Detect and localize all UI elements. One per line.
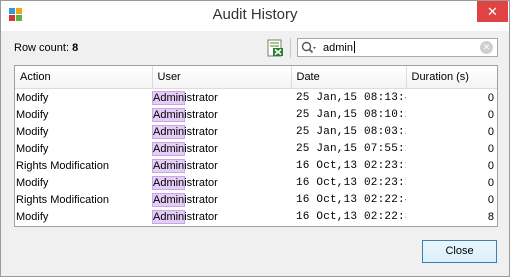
cell-action: Modify (16, 210, 49, 223)
cell-action: Modify (16, 91, 49, 104)
cell-duration: 8 (487, 210, 494, 223)
cell-action: Rights Modification (16, 159, 109, 172)
cell-duration: 0 (487, 176, 494, 189)
cell-user-rest: istrator (184, 210, 218, 223)
cell-user: Administrator (152, 208, 291, 225)
cell-user-rest: istrator (184, 125, 218, 138)
cell-user: Administrator (152, 191, 291, 208)
search-match-highlight: Admin (152, 90, 186, 105)
search-input[interactable]: admin ✕ (297, 38, 498, 57)
title-bar: Audit History ✕ (1, 1, 509, 31)
cell-date: 16 Oct,13 02:22:33 (296, 210, 406, 223)
column-header-date[interactable]: Date (291, 66, 407, 89)
close-button[interactable]: Close (422, 240, 497, 263)
table-row[interactable]: Modify Administrator 25 Jan,15 08:13:48 0 (15, 89, 497, 107)
cell-user-rest: istrator (184, 159, 218, 172)
search-match-highlight: Admin (152, 192, 186, 207)
search-value[interactable]: admin (323, 41, 355, 54)
cell-date: 16 Oct,13 02:23:14 (296, 176, 406, 189)
cell-duration: 0 (487, 193, 494, 206)
cell-date: 25 Jan,15 08:13:48 (296, 91, 406, 104)
table-row[interactable]: Modify Administrator 16 Oct,13 02:23:14 0 (15, 174, 497, 191)
column-header-action[interactable]: Action (15, 66, 153, 89)
clear-icon[interactable]: ✕ (480, 41, 493, 54)
search-match-highlight: Admin (152, 175, 186, 190)
cell-user-rest: istrator (184, 176, 218, 189)
search-icon[interactable] (301, 41, 317, 55)
cell-date: 25 Jan,15 07:55:11 (296, 142, 406, 155)
column-header-duration[interactable]: Duration (s) (406, 66, 497, 89)
cell-date: 25 Jan,15 08:10:23 (296, 108, 406, 121)
column-header-user[interactable]: User (152, 66, 292, 89)
search-match-highlight: Admin (152, 124, 186, 139)
cell-user-rest: istrator (184, 193, 218, 206)
excel-export-icon[interactable] (266, 39, 284, 57)
window-title: Audit History (212, 6, 298, 23)
row-count-label: Row count: (14, 42, 70, 54)
search-match-highlight: Admin (152, 107, 186, 122)
table-row[interactable]: Rights Modification Administrator 16 Oct,1… (15, 157, 497, 174)
cell-user: Administrator (152, 123, 291, 140)
cell-user-rest: istrator (184, 91, 218, 104)
table-row[interactable]: Modify Administrator 25 Jan,15 07:55:11 0 (15, 140, 497, 157)
cell-duration: 0 (487, 159, 494, 172)
cell-date: 25 Jan,15 08:03:25 (296, 125, 406, 138)
cell-user: Administrator (152, 89, 291, 107)
cell-user: Administrator (152, 140, 291, 157)
cell-user: Administrator (152, 157, 291, 174)
cell-user: Administrator (152, 106, 291, 123)
cell-action: Modify (16, 176, 49, 189)
cell-user: Administrator (152, 174, 291, 191)
search-match-highlight: Admin (152, 141, 186, 156)
cell-action: Modify (16, 142, 49, 155)
row-count-value: 8 (72, 42, 79, 54)
table-row[interactable]: Modify Administrator 25 Jan,15 08:03:25 0 (15, 123, 497, 140)
audit-history-dialog: Audit History ✕ Row count: 8 admin ✕ Act… (0, 0, 510, 277)
table-header-row: Action User Date Duration (s) (15, 66, 497, 89)
cell-user-rest: istrator (184, 108, 218, 121)
window-close-button[interactable]: ✕ (477, 1, 508, 22)
table-row[interactable]: Modify Administrator 25 Jan,15 08:10:23 0 (15, 106, 497, 123)
toolbar-separator (290, 38, 291, 58)
cell-duration: 0 (487, 91, 494, 104)
cell-date: 16 Oct,13 02:22:41 (296, 193, 406, 206)
search-match-highlight: Admin (152, 209, 186, 224)
search-match-highlight: Admin (152, 158, 186, 173)
cell-duration: 0 (487, 108, 494, 121)
table-row[interactable]: Rights Modification Administrator 16 Oct,1… (15, 191, 497, 208)
cell-date: 16 Oct,13 02:23:14 (296, 159, 406, 172)
audit-table: Action User Date Duration (s) Modify Admi… (14, 65, 498, 227)
cell-duration: 0 (487, 125, 494, 138)
cell-user-rest: istrator (184, 142, 218, 155)
table-row[interactable]: Modify Administrator 16 Oct,13 02:22:33 8 (15, 208, 497, 225)
cell-action: Rights Modification (16, 193, 109, 206)
cell-action: Modify (16, 125, 49, 138)
cell-action: Modify (16, 108, 49, 121)
row-count: Row count: 8 (14, 42, 78, 54)
cell-duration: 0 (487, 142, 494, 155)
